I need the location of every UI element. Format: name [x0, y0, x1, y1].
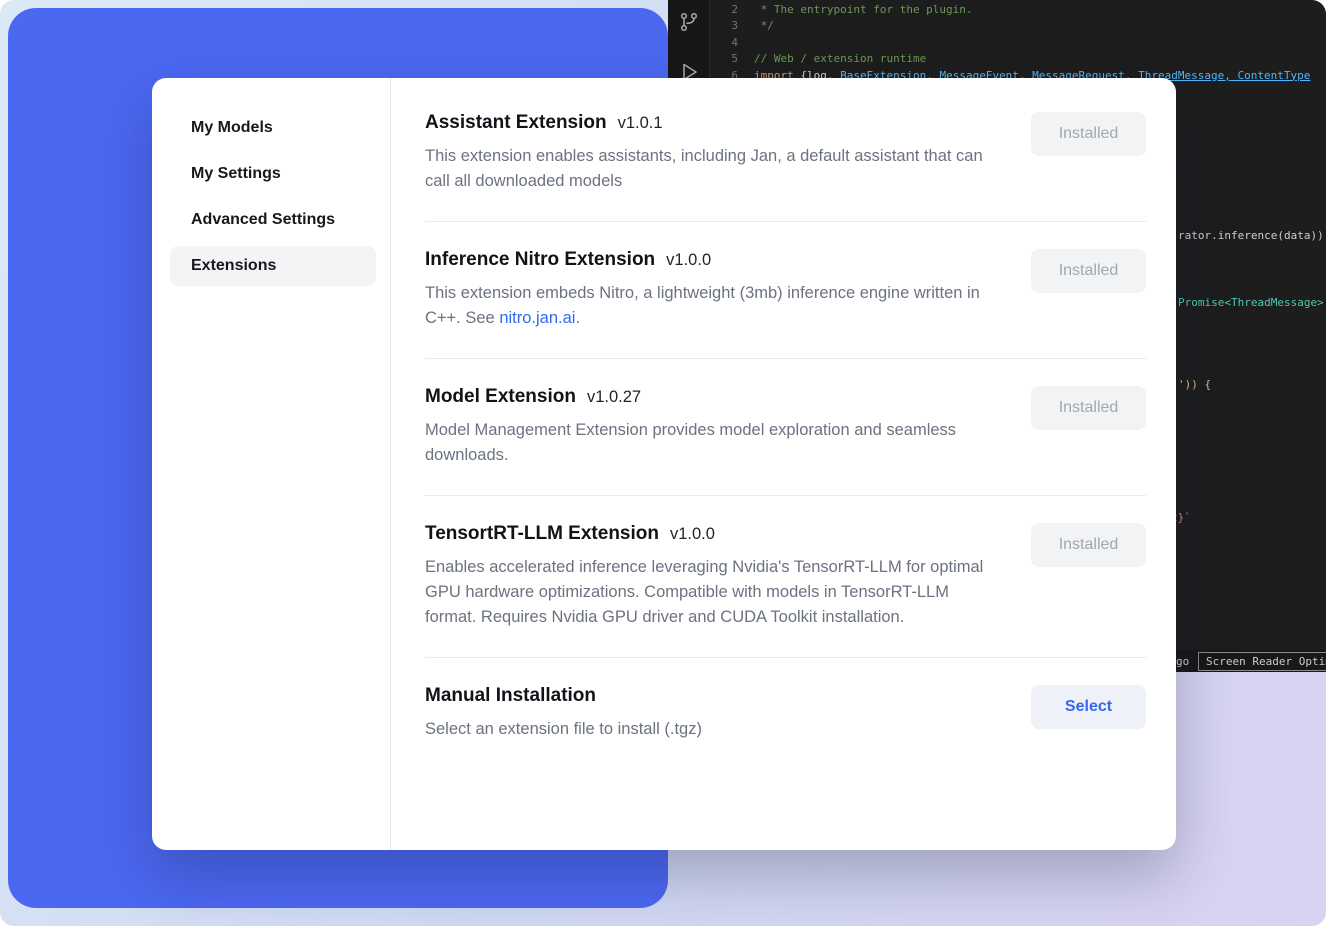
- extension-info: Model Extension v1.0.27 Model Management…: [425, 386, 1003, 468]
- code-line: 4: [710, 35, 1326, 51]
- description-text: .: [575, 309, 580, 327]
- code-text: // Web / extension runtime: [738, 51, 926, 67]
- extension-version: v1.0.0: [670, 525, 715, 544]
- extension-info: TensortRT-LLM Extension v1.0.0 Enables a…: [425, 523, 1003, 630]
- extension-info: Assistant Extension v1.0.1 This extensio…: [425, 112, 1003, 194]
- settings-modal: My Models My Settings Advanced Settings …: [152, 78, 1176, 850]
- code-area: 2 * The entrypoint for the plugin. 3 */ …: [710, 2, 1326, 84]
- extensions-panel: Assistant Extension v1.0.1 This extensio…: [391, 78, 1176, 850]
- code-text: [738, 35, 754, 51]
- extension-title: TensortRT-LLM Extension: [425, 523, 659, 545]
- code-fragment: Promise<ThreadMessage>: [1178, 296, 1324, 309]
- extension-info: Manual Installation Select an extension …: [425, 685, 1003, 742]
- code-fragment: ')) {: [1178, 378, 1211, 391]
- line-number: 4: [710, 35, 738, 51]
- extension-row-nitro: Inference Nitro Extension v1.0.0 This ex…: [425, 222, 1146, 359]
- line-number: 2: [710, 2, 738, 18]
- code-text: * The entrypoint for the plugin.: [738, 2, 973, 18]
- sidebar-item-extensions[interactable]: Extensions: [170, 246, 376, 286]
- installed-button-tensorrt[interactable]: Installed: [1031, 523, 1146, 567]
- extension-row-assistant: Assistant Extension v1.0.1 This extensio…: [425, 108, 1146, 222]
- sidebar-item-advanced-settings[interactable]: Advanced Settings: [170, 200, 376, 240]
- manual-installation-title: Manual Installation: [425, 685, 596, 707]
- extension-title: Assistant Extension: [425, 112, 607, 134]
- extension-version: v1.0.1: [618, 114, 663, 133]
- line-number: 5: [710, 51, 738, 67]
- code-fragment: rator.inference(data));: [1178, 229, 1326, 242]
- sidebar-item-my-settings[interactable]: My Settings: [170, 154, 376, 194]
- code-line: 2 * The entrypoint for the plugin.: [710, 2, 1326, 18]
- select-file-button[interactable]: Select: [1031, 685, 1146, 729]
- extension-description: This extension enables assistants, inclu…: [425, 144, 1003, 194]
- installed-button-assistant[interactable]: Installed: [1031, 112, 1146, 156]
- code-text: */: [738, 18, 774, 34]
- extension-title: Inference Nitro Extension: [425, 249, 655, 271]
- code-line: 3 */: [710, 18, 1326, 34]
- settings-sidebar: My Models My Settings Advanced Settings …: [152, 78, 391, 850]
- page-background: 2 * The entrypoint for the plugin. 3 */ …: [0, 0, 1326, 926]
- sidebar-item-my-models[interactable]: My Models: [170, 108, 376, 148]
- line-number: 3: [710, 18, 738, 34]
- manual-installation-description: Select an extension file to install (.tg…: [425, 717, 1003, 742]
- extension-row-model: Model Extension v1.0.27 Model Management…: [425, 359, 1146, 496]
- extension-description: This extension embeds Nitro, a lightweig…: [425, 281, 1003, 331]
- screen-reader-badge[interactable]: Screen Reader Optimize: [1198, 652, 1326, 671]
- nitro-link[interactable]: nitro.jan.ai: [499, 309, 575, 327]
- extension-info: Inference Nitro Extension v1.0.0 This ex…: [425, 249, 1003, 331]
- source-control-icon[interactable]: [677, 10, 701, 34]
- code-line: 5 // Web / extension runtime: [710, 51, 1326, 67]
- status-text: go: [1176, 655, 1189, 668]
- extension-version: v1.0.27: [587, 388, 641, 407]
- extension-row-tensorrt: TensortRT-LLM Extension v1.0.0 Enables a…: [425, 496, 1146, 658]
- extension-description: Model Management Extension provides mode…: [425, 418, 1003, 468]
- installed-button-model[interactable]: Installed: [1031, 386, 1146, 430]
- installed-button-nitro[interactable]: Installed: [1031, 249, 1146, 293]
- extension-title: Model Extension: [425, 386, 576, 408]
- manual-installation-row: Manual Installation Select an extension …: [425, 658, 1146, 769]
- extension-version: v1.0.0: [666, 251, 711, 270]
- extension-description: Enables accelerated inference leveraging…: [425, 555, 1003, 630]
